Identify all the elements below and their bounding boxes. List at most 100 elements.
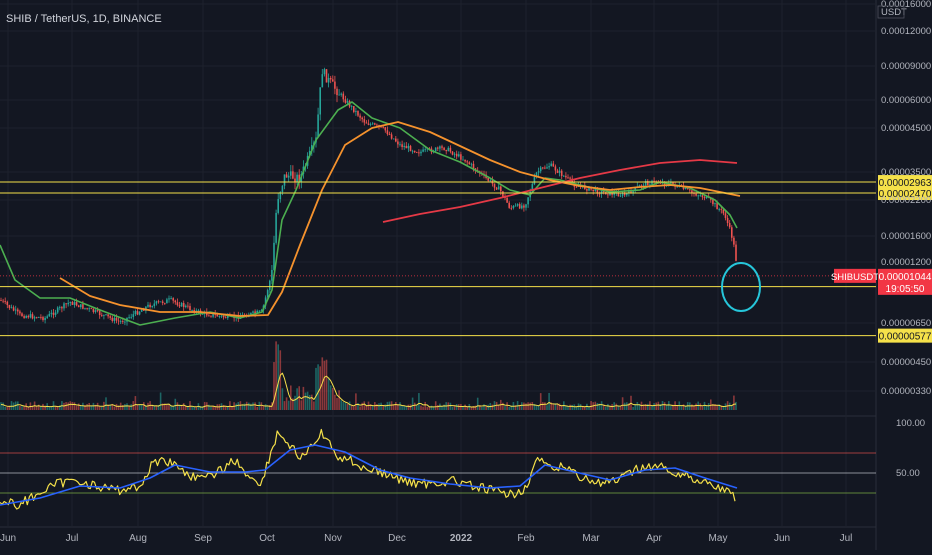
volume-bar xyxy=(487,404,489,410)
volume-bar xyxy=(458,404,460,410)
volume-bar xyxy=(546,405,548,410)
candle-body xyxy=(65,303,67,305)
volume-bar xyxy=(596,403,599,410)
candle-body xyxy=(50,312,53,314)
volume-bar xyxy=(340,400,342,410)
volume-bar xyxy=(189,401,191,410)
volume-bar xyxy=(96,402,99,410)
candle-body xyxy=(521,205,523,209)
candle-body xyxy=(252,311,254,313)
candle-body xyxy=(733,237,735,245)
candle-body xyxy=(61,307,63,309)
candle-body xyxy=(75,302,78,306)
candle-body xyxy=(439,146,441,149)
currency-label: USDT xyxy=(881,7,907,18)
candle-body xyxy=(340,93,342,95)
candle-body xyxy=(386,130,389,135)
volume-bar xyxy=(607,403,609,410)
candle-body xyxy=(111,317,114,321)
candle-body xyxy=(63,303,65,309)
candle-body xyxy=(342,93,345,100)
candle-body xyxy=(445,150,447,152)
volume-bar xyxy=(424,401,426,410)
price-chart[interactable]: 0.000029630.000024700.000009370.00000577… xyxy=(0,0,932,550)
volume-bar xyxy=(180,405,183,410)
candle-body xyxy=(510,207,513,209)
volume-bar xyxy=(617,405,620,410)
volume-bar xyxy=(17,401,19,410)
time-axis-label: Nov xyxy=(324,533,342,544)
volume-bar xyxy=(451,406,454,410)
candle-body xyxy=(168,298,170,300)
candle-body xyxy=(124,321,126,323)
current-price-label: 0.00001044 xyxy=(879,272,932,283)
volume-bar xyxy=(699,403,702,410)
candle-body xyxy=(418,152,420,154)
time-axis-label: May xyxy=(709,533,728,544)
volume-bar xyxy=(701,406,704,410)
volume-bar xyxy=(539,393,542,410)
candle-body xyxy=(684,187,687,190)
candle-body xyxy=(569,177,571,179)
volume-bar xyxy=(430,405,433,410)
volume-bar xyxy=(336,397,338,410)
volume-bar xyxy=(531,402,534,410)
volume-bar xyxy=(42,403,44,410)
volume-bar xyxy=(73,402,76,410)
volume-bar xyxy=(567,406,569,410)
candle-body xyxy=(455,153,458,157)
candle-body xyxy=(170,298,172,299)
candle-body xyxy=(542,167,544,169)
volume-bar xyxy=(416,405,418,410)
volume-bar xyxy=(2,402,4,410)
candle-body xyxy=(88,308,90,310)
chart-title: SHIB / TetherUS, 1D, BINANCE xyxy=(6,13,162,25)
candle-body xyxy=(296,174,298,182)
volume-bar xyxy=(266,406,269,410)
candle-body xyxy=(101,315,103,316)
volume-bar xyxy=(71,401,74,410)
candle-body xyxy=(222,315,225,318)
candle-body xyxy=(71,301,74,305)
volume-bar xyxy=(317,364,319,410)
candle-body xyxy=(470,163,473,165)
candle-body xyxy=(216,314,219,317)
volume-bar xyxy=(365,405,368,410)
volume-bar xyxy=(283,401,286,410)
volume-bar xyxy=(269,404,271,410)
candle-body xyxy=(388,134,391,135)
candle-body xyxy=(512,205,515,208)
candle-body xyxy=(413,150,416,153)
volume-bar xyxy=(294,395,296,410)
time-axis-label: 2022 xyxy=(450,533,473,544)
volume-bar xyxy=(605,406,607,410)
volume-bar xyxy=(130,404,132,410)
volume-bar xyxy=(327,377,330,410)
candle-body xyxy=(701,195,704,198)
candle-body xyxy=(332,79,334,82)
volume-bar xyxy=(464,404,466,410)
candle-body xyxy=(722,209,725,214)
volume-bar xyxy=(101,406,103,410)
volume-bar xyxy=(623,402,626,410)
volume-bar xyxy=(655,402,657,410)
candle-body xyxy=(172,298,174,301)
volume-bar xyxy=(350,405,353,410)
volume-bar xyxy=(399,402,401,410)
candle-body xyxy=(132,314,135,317)
volume-bar xyxy=(695,403,697,410)
candle-body xyxy=(659,182,662,184)
time-axis-label: Dec xyxy=(388,533,406,544)
candle-body xyxy=(98,310,101,316)
candle-body xyxy=(651,180,653,185)
candle-body xyxy=(147,304,149,307)
candle-body xyxy=(565,175,567,178)
candle-body xyxy=(317,114,319,138)
volume-bar xyxy=(23,406,25,410)
volume-bar xyxy=(237,402,240,410)
candle-body xyxy=(382,126,384,128)
volume-bar xyxy=(716,405,718,410)
candle-body xyxy=(598,193,601,195)
candle-body xyxy=(464,159,466,162)
volume-bar xyxy=(420,405,422,410)
